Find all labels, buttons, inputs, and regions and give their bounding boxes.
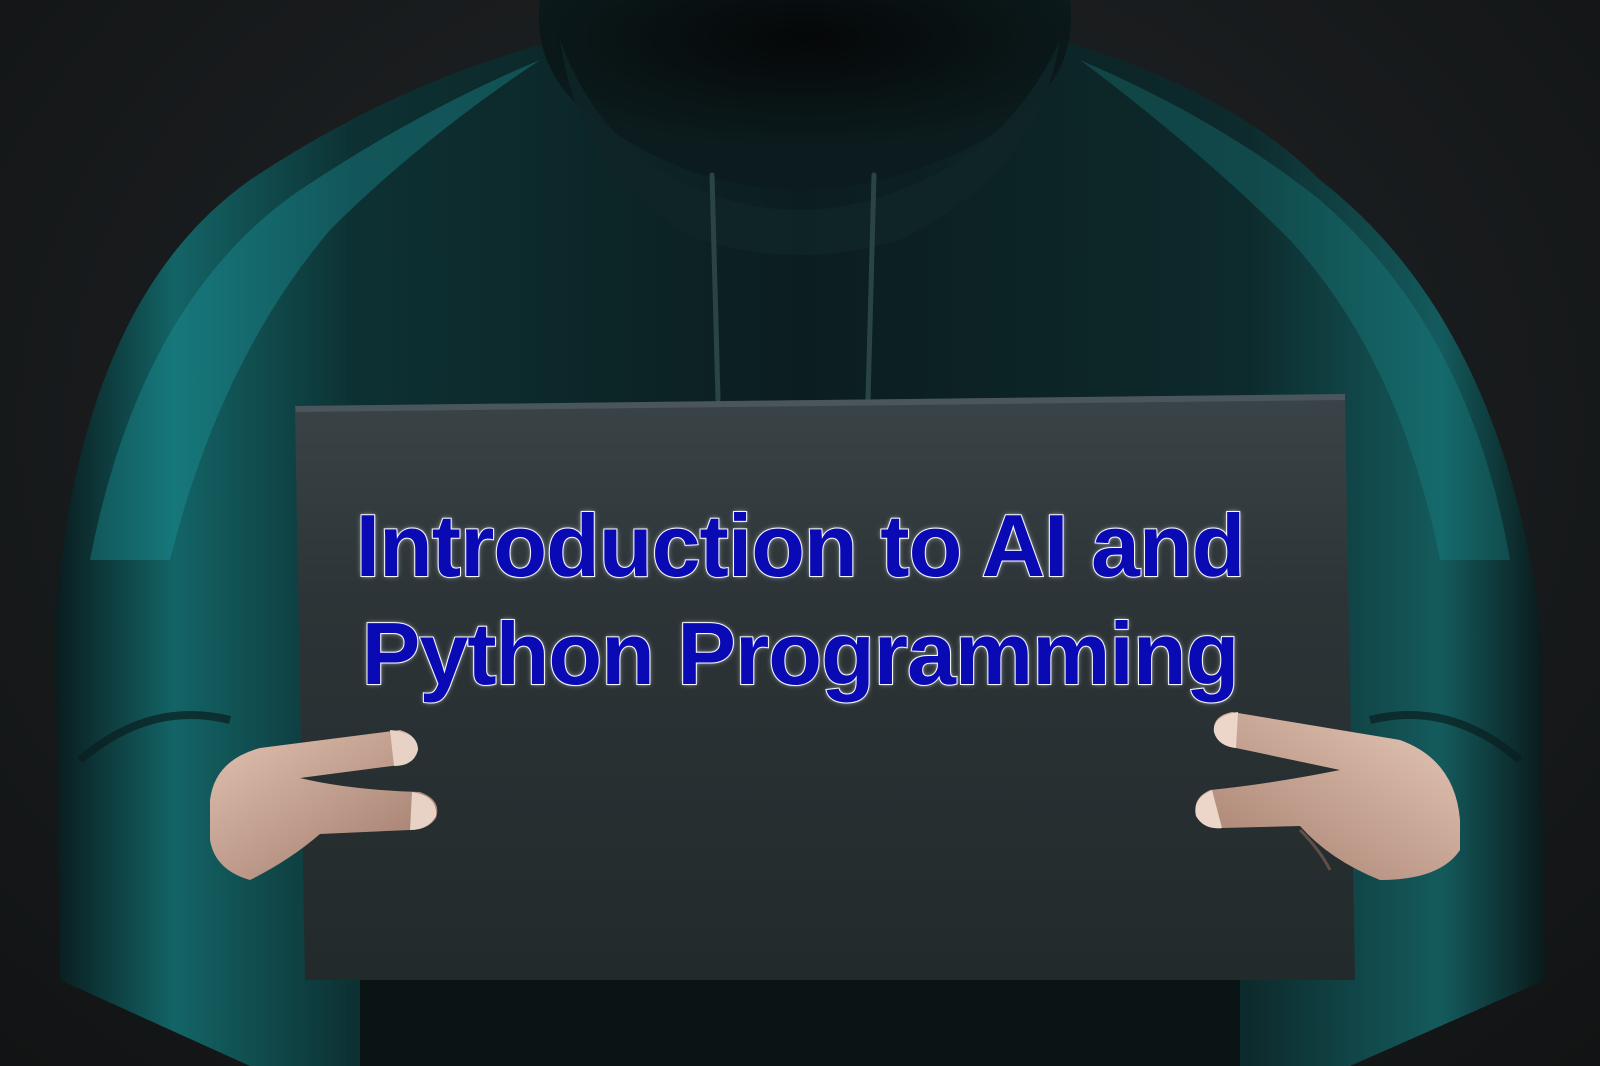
sign-headline-line-1: Introduction to AI and <box>355 495 1247 596</box>
sign-headline-line-2: Python Programming <box>361 603 1241 704</box>
sign-headline: Introduction to AI and Python Programmin… <box>300 492 1300 708</box>
lower-torso <box>360 980 1240 1066</box>
photo-scene: Introduction to AI and Python Programmin… <box>0 0 1600 1066</box>
